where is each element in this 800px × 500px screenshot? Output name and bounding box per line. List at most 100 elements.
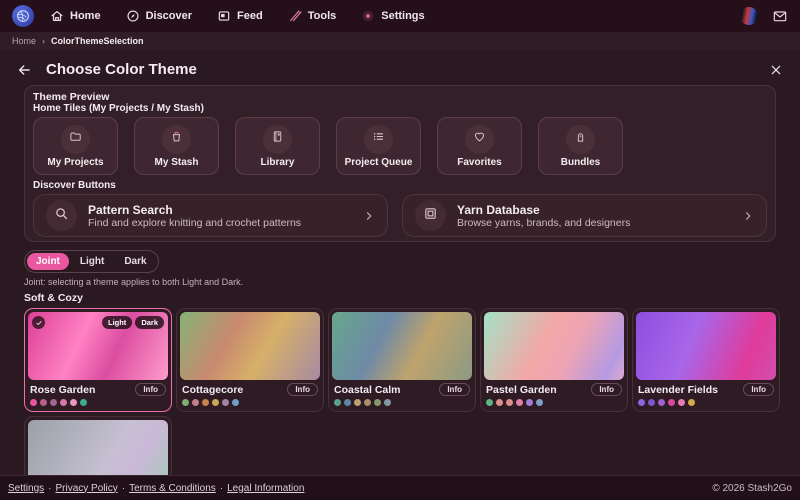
home-tile-my-projects[interactable]: My Projects — [33, 117, 118, 175]
bundle-icon — [574, 130, 587, 148]
info-button[interactable]: Info — [439, 383, 470, 396]
theme-gradient-preview — [636, 312, 776, 380]
badge-light: Light — [101, 316, 133, 329]
info-button[interactable]: Info — [591, 383, 622, 396]
theme-gradient-preview — [332, 312, 472, 380]
theme-card-lavender-fields[interactable]: Lavender Fields Info — [632, 308, 780, 412]
color-dot — [354, 399, 361, 406]
info-button[interactable]: Info — [135, 383, 166, 396]
theme-card-rose-garden[interactable]: Light Dark Rose Garden Info — [24, 308, 172, 412]
discover-button-yarn-database[interactable]: Yarn Database Browse yarns, brands, and d… — [402, 194, 767, 237]
footer-link-settings[interactable]: Settings — [8, 483, 44, 494]
copyright: © 2026 Stash2Go — [712, 482, 792, 494]
nav-item-label: Settings — [381, 10, 425, 22]
breadcrumb-separator-icon: › — [42, 35, 46, 46]
tile-label: Library — [260, 156, 295, 168]
color-dot — [536, 399, 543, 406]
theme-card-coastal-calm[interactable]: Coastal Calm Info — [328, 308, 476, 412]
tile-icon-circle — [61, 124, 90, 154]
color-dot — [384, 399, 391, 406]
theme-gradient-preview: Light Dark — [28, 312, 168, 380]
discover-icon-circle — [46, 200, 77, 231]
palette-dots — [180, 396, 320, 408]
color-dot — [516, 399, 523, 406]
theme-cards-row-1: Light Dark Rose Garden Info Cottagecore Info C… — [24, 308, 780, 412]
avatar[interactable] — [740, 7, 758, 25]
tile-icon-circle — [465, 124, 494, 154]
color-dot — [344, 399, 351, 406]
mode-option-light[interactable]: Light — [71, 253, 113, 270]
home-tile-bundles[interactable]: Bundles — [538, 117, 623, 175]
color-dot — [688, 399, 695, 406]
color-dot — [334, 399, 341, 406]
settings-icon — [361, 9, 375, 23]
footer-separator: · — [48, 482, 52, 494]
main-nav: Home Discover Feed Tools Settings — [50, 9, 425, 23]
color-dot — [678, 399, 685, 406]
home-icon — [50, 9, 64, 23]
mode-caption: Joint: selecting a theme applies to both… — [24, 277, 244, 287]
chevron-right-icon — [363, 210, 375, 222]
nav-item-home[interactable]: Home — [50, 9, 101, 23]
app-window: Home Discover Feed Tools Settings Home › Col… — [0, 0, 800, 500]
mode-toggle-row: Joint Light Dark — [24, 250, 776, 273]
nav-item-discover[interactable]: Discover — [126, 9, 192, 23]
chevron-right-icon — [742, 210, 754, 222]
card-name-row: Coastal Calm Info — [332, 380, 472, 396]
footer-link-privacy-policy[interactable]: Privacy Policy — [55, 483, 117, 494]
mode-option-joint[interactable]: Joint — [27, 253, 69, 270]
theme-card-pastel-garden[interactable]: Pastel Garden Info — [480, 308, 628, 412]
tile-label: Favorites — [457, 156, 502, 168]
badge-dark: Dark — [135, 316, 164, 329]
card-name-row: Rose Garden Info — [28, 380, 168, 396]
tile-icon-circle — [162, 124, 191, 154]
discover-buttons: Pattern Search Find and explore knitting … — [33, 194, 767, 237]
book-icon — [271, 130, 284, 148]
home-tile-favorites[interactable]: Favorites — [437, 117, 522, 175]
footer-link-terms-conditions[interactable]: Terms & Conditions — [129, 483, 216, 494]
section-title: Soft & Cozy — [24, 292, 83, 304]
home-tiles-label: Home Tiles (My Projects / My Stash) — [33, 103, 204, 114]
mail-icon[interactable] — [772, 8, 788, 24]
database-icon — [423, 206, 438, 226]
discover-subtitle: Find and explore knitting and crochet pa… — [88, 216, 302, 229]
card-name-row: Lavender Fields Info — [636, 380, 776, 396]
title-bar: Choose Color Theme — [0, 49, 800, 82]
nav-item-settings[interactable]: Settings — [361, 9, 425, 23]
card-name-row: Pastel Garden Info — [484, 380, 624, 396]
theme-name: Cottagecore — [182, 383, 244, 396]
color-dot — [486, 399, 493, 406]
breadcrumb-home[interactable]: Home — [12, 36, 36, 46]
nav-right — [740, 7, 788, 25]
theme-card-cottagecore[interactable]: Cottagecore Info — [176, 308, 324, 412]
home-tile-project-queue[interactable]: Project Queue — [336, 117, 421, 175]
home-tile-library[interactable]: Library — [235, 117, 320, 175]
tile-icon-circle — [364, 124, 393, 154]
mode-toggle: Joint Light Dark — [24, 250, 159, 273]
color-dot — [506, 399, 513, 406]
nav-item-feed[interactable]: Feed — [217, 9, 263, 23]
breadcrumb-current: ColorThemeSelection — [51, 35, 144, 46]
color-dot — [638, 399, 645, 406]
discover-button-pattern-search[interactable]: Pattern Search Find and explore knitting … — [33, 194, 388, 237]
color-dot — [192, 399, 199, 406]
footer-link-legal-information[interactable]: Legal Information — [227, 483, 304, 494]
color-dot — [30, 399, 37, 406]
palette-dots — [28, 396, 168, 408]
color-dot — [496, 399, 503, 406]
color-dot — [80, 399, 87, 406]
search-icon — [54, 206, 69, 226]
close-button[interactable] — [768, 62, 784, 78]
color-dot — [40, 399, 47, 406]
info-button[interactable]: Info — [287, 383, 318, 396]
nav-item-tools[interactable]: Tools — [288, 9, 336, 23]
info-button[interactable]: Info — [743, 383, 774, 396]
color-dot — [182, 399, 189, 406]
home-tile-my-stash[interactable]: My Stash — [134, 117, 219, 175]
back-button[interactable] — [16, 62, 32, 78]
selected-check-icon — [32, 316, 45, 329]
theme-name: Rose Garden — [30, 383, 96, 396]
yarn-logo-icon[interactable] — [12, 5, 34, 27]
footer: Settings · Privacy Policy · Terms & Conditio… — [0, 475, 800, 500]
mode-option-dark[interactable]: Dark — [115, 253, 155, 270]
